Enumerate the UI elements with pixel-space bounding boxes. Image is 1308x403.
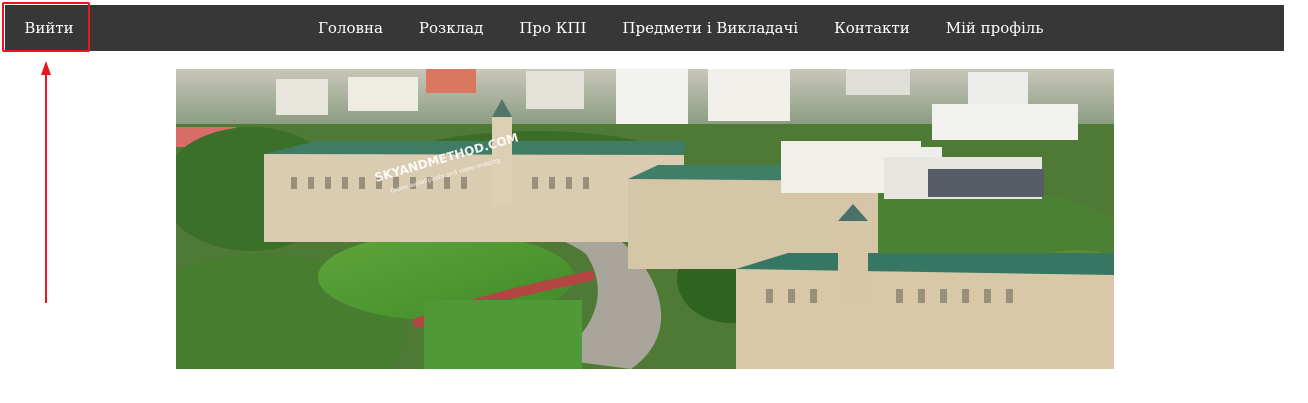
logout-button[interactable]: Вийти [5,5,93,51]
nav-item-home[interactable]: Головна [300,19,401,37]
nav-item-schedule[interactable]: Розклад [401,19,501,37]
logout-button-label: Вийти [24,19,74,37]
up-arrow-icon [41,61,51,303]
main-nav-menu: Головна Розклад Про КПІ Предмети і Викла… [300,5,1062,51]
nav-item-my-profile[interactable]: Мій профіль [928,19,1062,37]
campus-aerial-photo: SKYANDMETHOD.COM Drone aerial photo and … [176,69,1114,369]
top-navbar: Вийти Головна Розклад Про КПІ Предмети і… [5,5,1284,51]
campus-photo-illustration: SKYANDMETHOD.COM Drone aerial photo and … [176,69,1114,369]
nav-item-about[interactable]: Про КПІ [501,19,604,37]
nav-item-contacts[interactable]: Контакти [816,19,928,37]
nav-item-subjects-teachers[interactable]: Предмети і Викладачі [604,19,816,37]
